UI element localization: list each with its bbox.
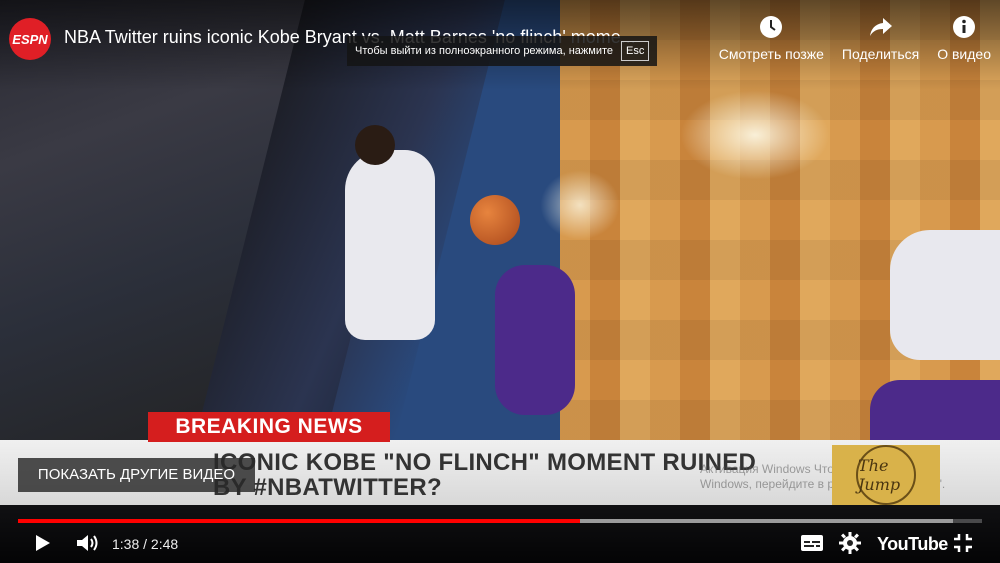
- breaking-news-label: BREAKING NEWS: [148, 412, 390, 442]
- gear-icon: [839, 531, 861, 559]
- light-glare: [680, 90, 830, 180]
- exit-fullscreen-icon: [953, 533, 973, 558]
- fullscreen-exit-tip: Чтобы выйти из полноэкранного режима, на…: [347, 36, 658, 66]
- about-video-button[interactable]: О видео: [928, 14, 1000, 62]
- play-button[interactable]: [30, 530, 56, 560]
- video-player[interactable]: BREAKING NEWS ICONIC KOBE "NO FLINCH" MO…: [0, 0, 1000, 563]
- watch-later-button[interactable]: Смотреть позже: [710, 14, 833, 62]
- show-more-videos-button[interactable]: ПОКАЗАТЬ ДРУГИЕ ВИДЕО: [18, 458, 255, 492]
- exit-fullscreen-button[interactable]: [951, 530, 975, 560]
- volume-icon: [76, 533, 100, 558]
- clock-icon: [758, 14, 784, 40]
- channel-avatar[interactable]: ESPN: [9, 18, 51, 60]
- about-video-label: О видео: [937, 46, 991, 62]
- player-purple-jersey: [870, 380, 1000, 440]
- show-logo-text: The Jump: [856, 445, 916, 505]
- volume-button[interactable]: [74, 530, 102, 560]
- youtube-logo[interactable]: YouTube: [877, 534, 948, 555]
- info-icon: [951, 14, 977, 40]
- subtitles-button[interactable]: [799, 530, 825, 560]
- player-white-jersey: [890, 230, 1000, 360]
- esc-key-hint: Esc: [621, 41, 650, 61]
- player-controls: 1:38 / 2:48 YouTube: [0, 528, 1000, 563]
- top-actions: Смотреть позже Поделиться О видео: [710, 14, 1000, 62]
- show-logo: The Jump: [832, 445, 940, 505]
- share-label: Поделиться: [841, 46, 920, 62]
- basketball: [470, 195, 520, 245]
- progress-bar[interactable]: [18, 519, 982, 523]
- share-button[interactable]: Поделиться: [833, 14, 928, 62]
- player-purple-jersey: [495, 265, 575, 415]
- progress-played: [18, 519, 580, 523]
- player-head: [355, 125, 395, 165]
- subtitles-icon: [801, 534, 823, 556]
- time-display: 1:38 / 2:48: [112, 536, 179, 552]
- fullscreen-tip-text: Чтобы выйти из полноэкранного режима, на…: [355, 45, 614, 57]
- watch-later-label: Смотреть позже: [718, 46, 824, 62]
- share-icon: [868, 14, 894, 40]
- player-white-jersey: [345, 150, 435, 340]
- settings-button[interactable]: [837, 530, 863, 560]
- play-icon: [35, 534, 51, 557]
- light-glare: [540, 170, 620, 240]
